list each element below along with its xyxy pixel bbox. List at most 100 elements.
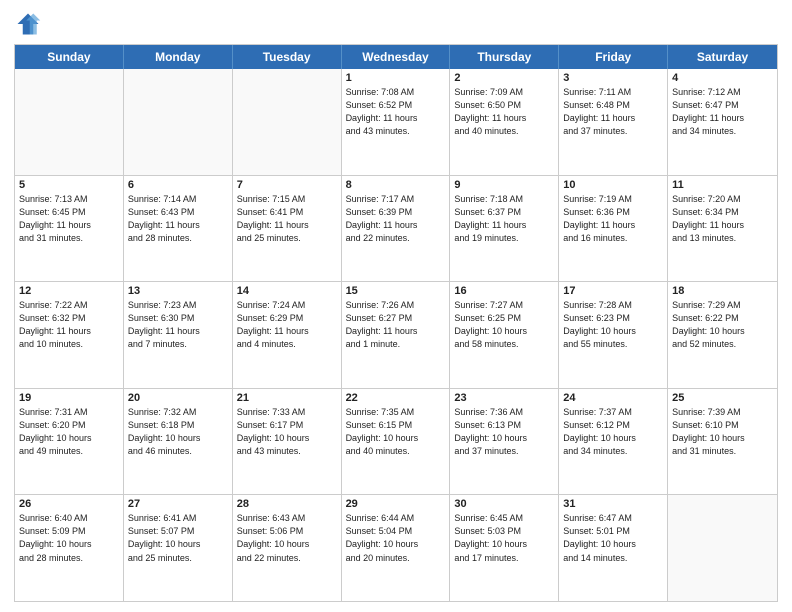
day-number: 12 (19, 285, 119, 297)
day-number: 26 (19, 498, 119, 510)
cell-info: Sunrise: 7:26 AM Sunset: 6:27 PM Dayligh… (346, 299, 446, 351)
calendar-header-sunday: Sunday (15, 45, 124, 69)
cell-info: Sunrise: 7:32 AM Sunset: 6:18 PM Dayligh… (128, 406, 228, 458)
day-number: 19 (19, 392, 119, 404)
calendar-cell-5-5: 30 Sunrise: 6:45 AM Sunset: 5:03 PM Dayli… (450, 495, 559, 601)
calendar-week-5: 26Sunrise: 6:40 AM Sunset: 5:09 PM Dayli… (15, 494, 777, 601)
day-number: 10 (563, 179, 663, 191)
calendar-cell-4-5: 23Sunrise: 7:36 AM Sunset: 6:13 PM Dayli… (450, 389, 559, 495)
day-number: 7 (237, 179, 337, 191)
day-number: 11 (672, 179, 773, 191)
cell-info: Sunrise: 6:43 AM Sunset: 5:06 PM Dayligh… (237, 512, 337, 564)
day-number: 25 (672, 392, 773, 404)
calendar-cell-1-7: 4 Sunrise: 7:12 AM Sunset: 6:47 PM Daylig… (668, 69, 777, 175)
cell-info: Sunrise: 7:13 AM Sunset: 6:45 PM Dayligh… (19, 193, 119, 245)
cell-info: Sunrise: 7:11 AM Sunset: 6:48 PM Dayligh… (563, 86, 663, 138)
cell-info: Sunrise: 7:27 AM Sunset: 6:25 PM Dayligh… (454, 299, 554, 351)
day-number: 27 (128, 498, 228, 510)
calendar-cell-4-2: 20 Sunrise: 7:32 AM Sunset: 6:18 PM Dayli… (124, 389, 233, 495)
cell-info: Sunrise: 7:19 AM Sunset: 6:36 PM Dayligh… (563, 193, 663, 245)
day-number: 20 (128, 392, 228, 404)
cell-info: Sunrise: 7:09 AM Sunset: 6:50 PM Dayligh… (454, 86, 554, 138)
cell-info: Sunrise: 7:15 AM Sunset: 6:41 PM Dayligh… (237, 193, 337, 245)
day-number: 22 (346, 392, 446, 404)
calendar-cell-5-7 (668, 495, 777, 601)
day-number: 29 (346, 498, 446, 510)
calendar-cell-2-1: 5 Sunrise: 7:13 AM Sunset: 6:45 PM Daylig… (15, 176, 124, 282)
cell-info: Sunrise: 6:41 AM Sunset: 5:07 PM Dayligh… (128, 512, 228, 564)
logo-icon (14, 10, 42, 38)
calendar-cell-4-6: 24 Sunrise: 7:37 AM Sunset: 6:12 PM Dayli… (559, 389, 668, 495)
cell-info: Sunrise: 7:14 AM Sunset: 6:43 PM Dayligh… (128, 193, 228, 245)
calendar-header-friday: Friday (559, 45, 668, 69)
cell-info: Sunrise: 7:20 AM Sunset: 6:34 PM Dayligh… (672, 193, 773, 245)
calendar-cell-1-4: 1 Sunrise: 7:08 AM Sunset: 6:52 PM Daylig… (342, 69, 451, 175)
calendar-cell-4-1: 19Sunrise: 7:31 AM Sunset: 6:20 PM Dayli… (15, 389, 124, 495)
day-number: 14 (237, 285, 337, 297)
calendar-week-4: 19Sunrise: 7:31 AM Sunset: 6:20 PM Dayli… (15, 388, 777, 495)
calendar-cell-1-2 (124, 69, 233, 175)
cell-info: Sunrise: 7:37 AM Sunset: 6:12 PM Dayligh… (563, 406, 663, 458)
cell-info: Sunrise: 7:17 AM Sunset: 6:39 PM Dayligh… (346, 193, 446, 245)
header (14, 10, 778, 38)
day-number: 17 (563, 285, 663, 297)
calendar-cell-3-3: 14 Sunrise: 7:24 AM Sunset: 6:29 PM Dayli… (233, 282, 342, 388)
logo (14, 10, 46, 38)
calendar-cell-5-1: 26Sunrise: 6:40 AM Sunset: 5:09 PM Dayli… (15, 495, 124, 601)
day-number: 6 (128, 179, 228, 191)
day-number: 1 (346, 72, 446, 84)
calendar-cell-3-5: 16 Sunrise: 7:27 AM Sunset: 6:25 PM Dayli… (450, 282, 559, 388)
day-number: 5 (19, 179, 119, 191)
calendar-header-monday: Monday (124, 45, 233, 69)
cell-info: Sunrise: 7:08 AM Sunset: 6:52 PM Dayligh… (346, 86, 446, 138)
day-number: 16 (454, 285, 554, 297)
calendar: SundayMondayTuesdayWednesdayThursdayFrid… (14, 44, 778, 602)
cell-info: Sunrise: 7:36 AM Sunset: 6:13 PM Dayligh… (454, 406, 554, 458)
calendar-cell-1-5: 2 Sunrise: 7:09 AM Sunset: 6:50 PM Daylig… (450, 69, 559, 175)
calendar-cell-3-4: 15 Sunrise: 7:26 AM Sunset: 6:27 PM Dayli… (342, 282, 451, 388)
calendar-cell-5-2: 27 Sunrise: 6:41 AM Sunset: 5:07 PM Dayli… (124, 495, 233, 601)
cell-info: Sunrise: 6:44 AM Sunset: 5:04 PM Dayligh… (346, 512, 446, 564)
calendar-cell-2-5: 9 Sunrise: 7:18 AM Sunset: 6:37 PM Daylig… (450, 176, 559, 282)
calendar-cell-1-1 (15, 69, 124, 175)
calendar-cell-2-4: 8 Sunrise: 7:17 AM Sunset: 6:39 PM Daylig… (342, 176, 451, 282)
day-number: 2 (454, 72, 554, 84)
calendar-week-2: 5 Sunrise: 7:13 AM Sunset: 6:45 PM Daylig… (15, 175, 777, 282)
day-number: 24 (563, 392, 663, 404)
calendar-cell-3-1: 12Sunrise: 7:22 AM Sunset: 6:32 PM Dayli… (15, 282, 124, 388)
day-number: 15 (346, 285, 446, 297)
calendar-header-wednesday: Wednesday (342, 45, 451, 69)
cell-info: Sunrise: 7:39 AM Sunset: 6:10 PM Dayligh… (672, 406, 773, 458)
calendar-header-row: SundayMondayTuesdayWednesdayThursdayFrid… (15, 45, 777, 69)
calendar-cell-4-4: 22Sunrise: 7:35 AM Sunset: 6:15 PM Dayli… (342, 389, 451, 495)
day-number: 18 (672, 285, 773, 297)
calendar-week-1: 1 Sunrise: 7:08 AM Sunset: 6:52 PM Daylig… (15, 69, 777, 175)
calendar-cell-5-3: 28 Sunrise: 6:43 AM Sunset: 5:06 PM Dayli… (233, 495, 342, 601)
page: SundayMondayTuesdayWednesdayThursdayFrid… (0, 0, 792, 612)
calendar-cell-2-2: 6 Sunrise: 7:14 AM Sunset: 6:43 PM Daylig… (124, 176, 233, 282)
calendar-cell-4-7: 25 Sunrise: 7:39 AM Sunset: 6:10 PM Dayli… (668, 389, 777, 495)
calendar-header-saturday: Saturday (668, 45, 777, 69)
cell-info: Sunrise: 7:18 AM Sunset: 6:37 PM Dayligh… (454, 193, 554, 245)
calendar-week-3: 12Sunrise: 7:22 AM Sunset: 6:32 PM Dayli… (15, 281, 777, 388)
day-number: 13 (128, 285, 228, 297)
day-number: 28 (237, 498, 337, 510)
cell-info: Sunrise: 7:28 AM Sunset: 6:23 PM Dayligh… (563, 299, 663, 351)
calendar-cell-3-6: 17 Sunrise: 7:28 AM Sunset: 6:23 PM Dayli… (559, 282, 668, 388)
calendar-cell-5-6: 31Sunrise: 6:47 AM Sunset: 5:01 PM Dayli… (559, 495, 668, 601)
day-number: 4 (672, 72, 773, 84)
day-number: 8 (346, 179, 446, 191)
calendar-body: 1 Sunrise: 7:08 AM Sunset: 6:52 PM Daylig… (15, 69, 777, 601)
calendar-cell-5-4: 29 Sunrise: 6:44 AM Sunset: 5:04 PM Dayli… (342, 495, 451, 601)
day-number: 9 (454, 179, 554, 191)
day-number: 31 (563, 498, 663, 510)
calendar-cell-4-3: 21Sunrise: 7:33 AM Sunset: 6:17 PM Dayli… (233, 389, 342, 495)
cell-info: Sunrise: 7:24 AM Sunset: 6:29 PM Dayligh… (237, 299, 337, 351)
calendar-cell-2-7: 11 Sunrise: 7:20 AM Sunset: 6:34 PM Dayli… (668, 176, 777, 282)
cell-info: Sunrise: 7:12 AM Sunset: 6:47 PM Dayligh… (672, 86, 773, 138)
cell-info: Sunrise: 6:45 AM Sunset: 5:03 PM Dayligh… (454, 512, 554, 564)
calendar-cell-1-3 (233, 69, 342, 175)
day-number: 21 (237, 392, 337, 404)
calendar-cell-2-3: 7 Sunrise: 7:15 AM Sunset: 6:41 PM Daylig… (233, 176, 342, 282)
day-number: 30 (454, 498, 554, 510)
